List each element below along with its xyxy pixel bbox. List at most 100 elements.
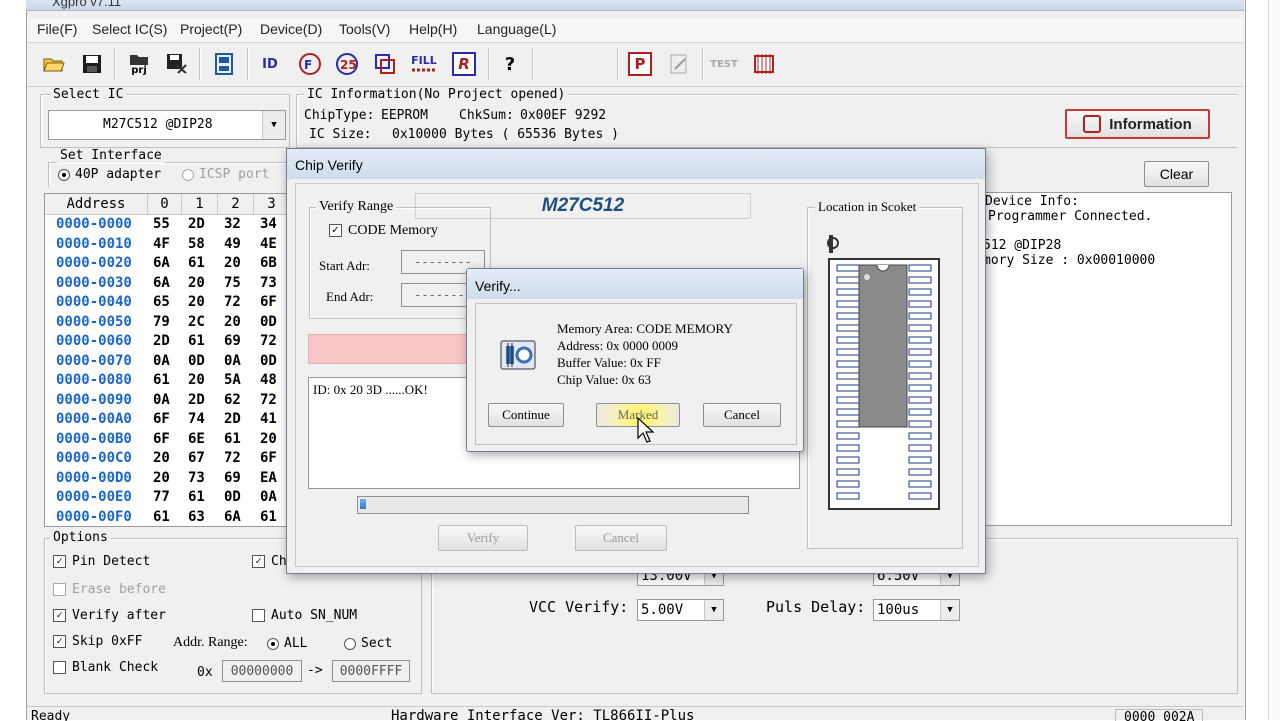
hex-cell[interactable]: 62	[224, 392, 241, 408]
hex-cell[interactable]: 55	[153, 216, 170, 232]
hex-cell[interactable]: 65	[153, 294, 170, 310]
chevron-down-icon[interactable]: ▼	[704, 600, 723, 620]
hex-cell[interactable]: 5A	[224, 372, 241, 388]
hex-cell[interactable]: 0D	[260, 314, 277, 330]
information-button[interactable]: Information	[1065, 109, 1210, 139]
hex-row[interactable]: 0000-0080 61 20 5A 48	[45, 372, 289, 392]
hex-row[interactable]: 0000-0090 0A 2D 62 72	[45, 392, 289, 412]
open-folder-icon[interactable]	[39, 49, 69, 79]
hex-cell[interactable]: 69	[224, 470, 241, 486]
hex-cell[interactable]: EA	[260, 470, 277, 486]
hex-cell[interactable]: 6F	[153, 411, 170, 427]
help-icon[interactable]: ?	[495, 49, 525, 79]
hex-row[interactable]: 0000-0040 65 20 72 6F	[45, 294, 289, 314]
hex-cell[interactable]: 0D	[260, 353, 277, 369]
read-id-icon[interactable]: ID	[255, 49, 285, 79]
radio-40p-adapter[interactable]: 40P adapter	[58, 167, 161, 182]
menu-device[interactable]: Device(D)	[260, 21, 322, 37]
hex-row[interactable]: 0000-00D0 20 73 69 EA	[45, 470, 289, 490]
hex-cell[interactable]: 20	[188, 294, 205, 310]
hex-cell[interactable]: 77	[153, 489, 170, 505]
hex-cell[interactable]: 2D	[188, 216, 205, 232]
chevron-down-icon[interactable]: ▼	[940, 600, 959, 620]
hex-row[interactable]: 0000-0010 4F 58 49 4E	[45, 236, 289, 256]
hex-cell[interactable]: 72	[260, 392, 277, 408]
hex-cell[interactable]: 6F	[260, 294, 277, 310]
hex-row[interactable]: 0000-00B0 6F 6E 61 20	[45, 431, 289, 451]
range-to-field[interactable]: 0000FFFF	[332, 660, 410, 682]
hex-cell[interactable]: 20	[153, 470, 170, 486]
hex-row[interactable]: 0000-0070 0A 0D 0A 0D	[45, 353, 289, 373]
verify-button[interactable]: Verify	[438, 525, 528, 551]
hex-cell[interactable]: 20	[188, 275, 205, 291]
hex-cell[interactable]: 34	[260, 216, 277, 232]
menu-file[interactable]: File(F)	[37, 21, 77, 37]
hex-cell[interactable]: 73	[260, 275, 277, 291]
continue-button[interactable]: Continue	[488, 403, 564, 427]
hex-row[interactable]: 0000-0050 79 2C 20 0D	[45, 314, 289, 334]
hex-cell[interactable]: 41	[260, 411, 277, 427]
blank-check-icon[interactable]	[370, 49, 400, 79]
skip-ff-checkbox[interactable]: ✓ Skip 0xFF	[53, 634, 142, 649]
hex-cell[interactable]: 0A	[153, 392, 170, 408]
hex-cell[interactable]: 2C	[188, 314, 205, 330]
save-icon[interactable]	[77, 49, 107, 79]
blank-check-checkbox[interactable]: Blank Check	[53, 660, 158, 675]
hex-cell[interactable]: 6A	[153, 275, 170, 291]
auto-sn-checkbox[interactable]: Auto SN_NUM	[252, 608, 357, 623]
cancel-verify-button[interactable]: Cancel	[703, 403, 781, 427]
hex-cell[interactable]: 6B	[260, 255, 277, 271]
clear-button[interactable]: Clear	[1144, 161, 1209, 187]
code-memory-checkbox[interactable]: ✓ CODE Memory	[329, 223, 438, 239]
hex-cell[interactable]: 67	[188, 450, 205, 466]
hex-cell[interactable]: 0D	[224, 489, 241, 505]
hex-row[interactable]: 0000-0000 55 2D 32 34	[45, 216, 289, 236]
hex-cell[interactable]: 73	[188, 470, 205, 486]
hex-row[interactable]: 0000-00F0 61 63 6A 61	[45, 509, 289, 527]
erase-before-checkbox[interactable]: Erase before	[53, 582, 166, 597]
radio-all[interactable]: ALL	[267, 636, 307, 651]
hex-cell[interactable]: 6F	[153, 431, 170, 447]
hex-cell[interactable]: 61	[224, 431, 241, 447]
menu-project[interactable]: Project(P)	[180, 21, 242, 37]
hex-cell[interactable]: 61	[153, 372, 170, 388]
hex-cell[interactable]: 20	[224, 255, 241, 271]
hex-cell[interactable]: 4E	[260, 236, 277, 252]
fill-icon[interactable]: FILL	[407, 49, 441, 79]
hex-cell[interactable]: 2D	[188, 392, 205, 408]
hex-cell[interactable]: 61	[188, 489, 205, 505]
radio-sect[interactable]: Sect	[344, 636, 392, 651]
hex-cell[interactable]: 0A	[224, 353, 241, 369]
vcc-verify-combo[interactable]: 5.00V ▼	[637, 599, 724, 621]
hex-row[interactable]: 0000-0060 2D 61 69 72	[45, 333, 289, 353]
hex-cell[interactable]: 2D	[153, 333, 170, 349]
cancel-button[interactable]: Cancel	[575, 525, 667, 551]
hex-cell[interactable]: 74	[188, 411, 205, 427]
program-icon[interactable]: F	[295, 49, 325, 79]
menu-tools[interactable]: Tools(V)	[339, 21, 390, 37]
hex-cell[interactable]: 0A	[260, 489, 277, 505]
hex-cell[interactable]: 6A	[153, 255, 170, 271]
hex-cell[interactable]: 72	[260, 333, 277, 349]
hex-cell[interactable]: 20	[260, 431, 277, 447]
hex-cell[interactable]: 48	[260, 372, 277, 388]
hex-cell[interactable]: 0D	[188, 353, 205, 369]
test-icon[interactable]: TEST	[709, 49, 739, 79]
hex-cell[interactable]: 6F	[260, 450, 277, 466]
encrypt-icon[interactable]: R	[449, 49, 479, 79]
menu-select-ic[interactable]: Select IC(S)	[92, 21, 167, 37]
hex-cell[interactable]: 72	[224, 450, 241, 466]
read-chip-icon[interactable]	[209, 49, 239, 79]
hex-cell[interactable]: 58	[188, 236, 205, 252]
hex-cell[interactable]: 20	[188, 372, 205, 388]
program-mode-icon[interactable]: P	[625, 49, 655, 79]
radio-icsp-port[interactable]: ICSP port	[182, 167, 269, 182]
verify-icon[interactable]: 25	[332, 49, 362, 79]
hex-cell[interactable]: 2D	[224, 411, 241, 427]
chip-icon[interactable]	[749, 49, 779, 79]
hex-cell[interactable]: 75	[224, 275, 241, 291]
hex-cell[interactable]: 4F	[153, 236, 170, 252]
puls-delay-combo[interactable]: 100us ▼	[873, 599, 960, 621]
hex-cell[interactable]: 61	[153, 509, 170, 525]
menu-language[interactable]: Language(L)	[477, 21, 556, 37]
